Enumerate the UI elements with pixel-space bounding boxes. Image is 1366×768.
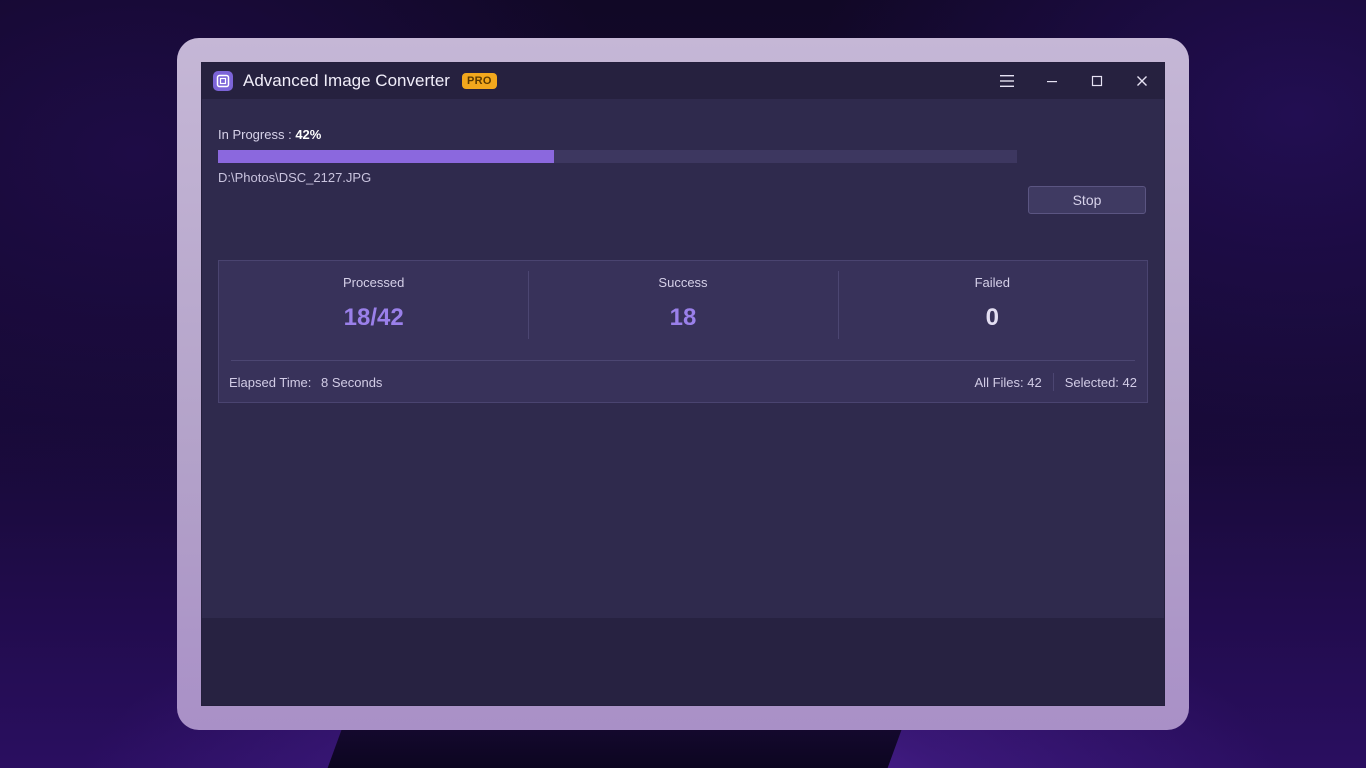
progress-percent: 42% xyxy=(295,127,322,142)
app-title: Advanced Image Converter xyxy=(243,71,450,90)
stat-success-value: 18 xyxy=(669,304,697,331)
footer-separator xyxy=(1052,373,1054,391)
stats-row: Processed 18/42 Success 18 Failed 0 xyxy=(219,261,1147,359)
stats-panel: Processed 18/42 Success 18 Failed 0 Elap… xyxy=(218,260,1148,403)
elapsed-time-label: Elapsed Time: xyxy=(229,374,312,390)
menu-button[interactable] xyxy=(984,63,1029,99)
progress-label: In Progress : 42% xyxy=(218,127,321,142)
stat-processed-value: 18/42 xyxy=(343,304,404,331)
progress-bar xyxy=(218,150,1017,163)
selected-count: Selected: 42 xyxy=(1064,374,1137,390)
stat-processed: Processed 18/42 xyxy=(219,261,528,359)
app-window: Advanced Image Converter PRO In Progress… xyxy=(202,63,1164,705)
minimize-button[interactable] xyxy=(1029,63,1074,99)
current-file-path: D:\Photos\DSC_2127.JPG xyxy=(218,170,372,185)
main-content: In Progress : 42% D:\Photos\DSC_2127.JPG… xyxy=(202,99,1164,618)
stat-failed-label: Failed xyxy=(974,275,1011,290)
menu-icon xyxy=(999,75,1014,87)
maximize-button[interactable] xyxy=(1074,63,1119,99)
progress-bar-fill xyxy=(218,150,554,163)
close-button[interactable] xyxy=(1119,63,1164,99)
stat-processed-label: Processed xyxy=(342,275,405,290)
maximize-icon xyxy=(1091,75,1102,87)
app-logo-icon xyxy=(213,71,233,91)
all-files-count: All Files: 42 xyxy=(974,374,1042,390)
stop-button[interactable]: Stop xyxy=(1028,186,1146,214)
elapsed-time-value: 8 Seconds xyxy=(321,374,383,390)
close-icon xyxy=(1136,76,1147,86)
bottom-bar xyxy=(202,618,1164,705)
stats-footer: Elapsed Time: 8 Seconds All Files: 42 Se… xyxy=(219,361,1147,403)
pro-badge: PRO xyxy=(461,73,497,89)
stat-failed-value: 0 xyxy=(985,304,999,331)
elapsed-time: Elapsed Time: 8 Seconds xyxy=(229,375,382,390)
progress-status-text: In Progress : xyxy=(218,127,292,142)
window-controls xyxy=(984,63,1164,99)
file-counts: All Files: 42 Selected: 42 xyxy=(975,373,1137,391)
title-bar[interactable]: Advanced Image Converter PRO xyxy=(202,63,1164,99)
stat-success: Success 18 xyxy=(528,261,837,359)
minimize-icon xyxy=(1046,81,1057,83)
stat-failed: Failed 0 xyxy=(837,261,1147,359)
stat-success-label: Success xyxy=(658,275,708,290)
